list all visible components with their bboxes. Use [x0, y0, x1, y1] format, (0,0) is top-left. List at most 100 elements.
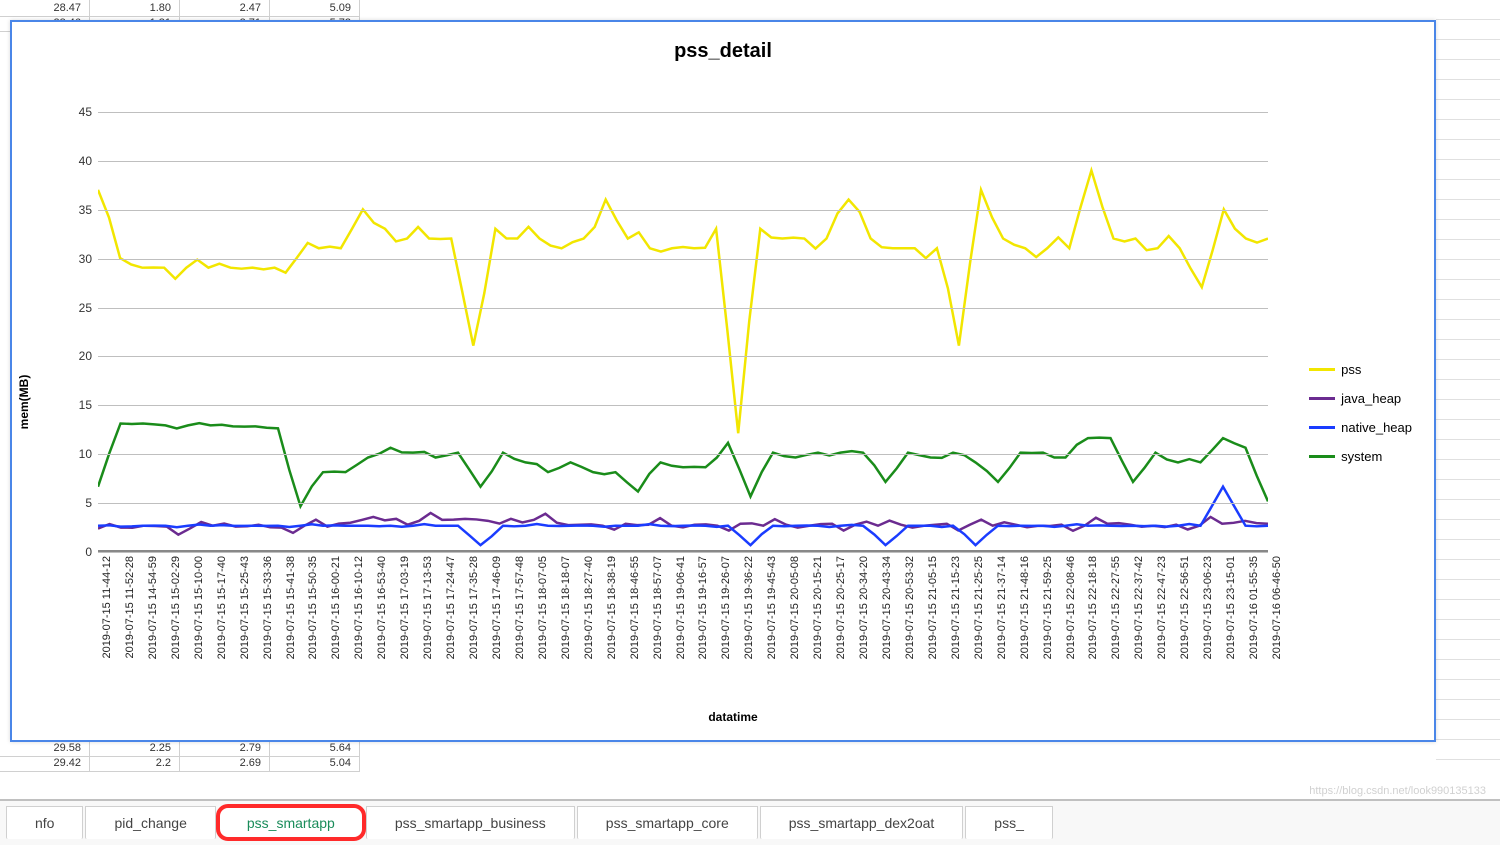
x-tick-label: 2019-07-15 16-53-40 — [376, 556, 388, 659]
x-tick-label: 2019-07-15 19-45-43 — [766, 556, 778, 659]
x-tick-label: 2019-07-15 15-50-35 — [307, 556, 319, 659]
x-tick-label: 2019-07-15 22-47-23 — [1156, 556, 1168, 659]
spreadsheet-bottom-rows: 29.582.252.795.6429.422.22.695.04 — [0, 740, 1500, 770]
legend-label: pss — [1341, 362, 1361, 377]
gridline — [98, 112, 1268, 113]
x-tick-label: 2019-07-15 14-54-59 — [147, 556, 159, 659]
x-tick-label: 2019-07-15 18-27-40 — [583, 556, 595, 659]
gridline — [98, 503, 1268, 504]
chart-container[interactable]: pss_detail mem(MB) 051015202530354045 20… — [10, 20, 1436, 742]
y-tick-label: 45 — [79, 105, 92, 119]
y-tick-label: 40 — [79, 154, 92, 168]
x-tick-label: 2019-07-15 20-05-08 — [789, 556, 801, 659]
x-tick-label: 2019-07-15 15-10-00 — [193, 556, 205, 659]
x-tick-label: 2019-07-15 17-57-48 — [514, 556, 526, 659]
x-tick-label: 2019-07-15 21-48-16 — [1019, 556, 1031, 659]
x-tick-label: 2019-07-15 21-05-15 — [927, 556, 939, 659]
x-tick-label: 2019-07-15 17-13-53 — [422, 556, 434, 659]
sheet-tab-pss_[interactable]: pss_ — [965, 806, 1053, 839]
x-tick-label: 2019-07-15 15-41-38 — [285, 556, 297, 659]
x-tick-label: 2019-07-15 20-34-20 — [858, 556, 870, 659]
x-tick-label: 2019-07-15 16-10-12 — [353, 556, 365, 659]
y-tick-label: 5 — [85, 496, 92, 510]
plot-wrap: mem(MB) 051015202530354045 2019-07-15 11… — [42, 72, 1424, 732]
x-axis-ticks: 2019-07-15 11-44-12 2019-07-15 11-52-28 20… — [98, 556, 1268, 711]
x-tick-label: 2019-07-15 15-25-43 — [239, 556, 251, 659]
sheet-tab-pss_smartapp_core[interactable]: pss_smartapp_core — [577, 806, 758, 839]
x-tick-label: 2019-07-15 18-38-19 — [606, 556, 618, 659]
plot-area: 051015202530354045 — [98, 112, 1268, 552]
x-tick-label: 2019-07-15 19-36-22 — [743, 556, 755, 659]
x-tick-label: 2019-07-15 17-03-19 — [399, 556, 411, 659]
x-tick-label: 2019-07-15 22-56-51 — [1179, 556, 1191, 659]
x-tick-label: 2019-07-15 11-44-12 — [101, 556, 113, 659]
y-tick-label: 15 — [79, 398, 92, 412]
x-tick-label: 2019-07-15 18-46-55 — [629, 556, 641, 659]
legend-label: native_heap — [1341, 420, 1412, 435]
x-tick-label: 2019-07-15 22-37-42 — [1133, 556, 1145, 659]
x-tick-label: 2019-07-16 01-55-35 — [1248, 556, 1260, 659]
x-tick-label: 2019-07-15 18-18-07 — [560, 556, 572, 659]
gridline — [98, 210, 1268, 211]
legend-swatch — [1309, 426, 1335, 429]
y-tick-label: 10 — [79, 447, 92, 461]
x-tick-label: 2019-07-15 21-37-14 — [996, 556, 1008, 659]
legend-label: java_heap — [1341, 391, 1401, 406]
sheet-tab-pid_change[interactable]: pid_change — [85, 806, 215, 839]
x-tick-label: 2019-07-15 20-43-34 — [881, 556, 893, 659]
x-tick-label: 2019-07-15 22-18-18 — [1087, 556, 1099, 659]
series-system — [98, 423, 1268, 506]
watermark: https://blog.csdn.net/look990135133 — [1309, 785, 1486, 797]
y-tick-label: 35 — [79, 203, 92, 217]
sheet-tab-pss_smartapp_dex2oat[interactable]: pss_smartapp_dex2oat — [760, 806, 964, 839]
x-tick-label: 2019-07-15 20-15-21 — [812, 556, 824, 659]
sheet-tabs: nfopid_changepss_smartapppss_smartapp_bu… — [0, 799, 1500, 845]
gridline — [98, 161, 1268, 162]
gridline — [98, 552, 1268, 553]
series-native_heap — [98, 487, 1268, 545]
x-tick-label: 2019-07-15 21-59-25 — [1042, 556, 1054, 659]
legend-item-java_heap[interactable]: java_heap — [1309, 391, 1412, 406]
spreadsheet-right-columns — [1436, 0, 1500, 775]
plot-svg — [98, 112, 1268, 550]
x-tick-label: 2019-07-15 18-07-05 — [537, 556, 549, 659]
y-tick-label: 25 — [79, 301, 92, 315]
x-tick-label: 2019-07-15 15-17-40 — [216, 556, 228, 659]
sheet-tab-nfo[interactable]: nfo — [6, 806, 83, 839]
y-axis-label: mem(MB) — [17, 375, 31, 430]
gridline — [98, 454, 1268, 455]
y-tick-label: 20 — [79, 349, 92, 363]
sheet-tab-pss_smartapp[interactable]: pss_smartapp — [218, 806, 364, 839]
spreadsheet-cell[interactable]: 5.04 — [270, 755, 360, 772]
legend-swatch — [1309, 397, 1335, 400]
legend-label: system — [1341, 449, 1382, 464]
x-tick-label: 2019-07-15 18-57-07 — [652, 556, 664, 659]
legend-item-native_heap[interactable]: native_heap — [1309, 420, 1412, 435]
x-tick-label: 2019-07-15 23-06-23 — [1202, 556, 1214, 659]
legend-swatch — [1309, 368, 1335, 371]
x-tick-label: 2019-07-15 21-25-25 — [973, 556, 985, 659]
x-tick-label: 2019-07-15 17-24-47 — [445, 556, 457, 659]
x-tick-label: 2019-07-15 19-06-41 — [675, 556, 687, 659]
gridline — [98, 405, 1268, 406]
y-tick-label: 30 — [79, 252, 92, 266]
gridline — [98, 308, 1268, 309]
x-tick-label: 2019-07-16 06-46-50 — [1271, 556, 1283, 659]
x-tick-label: 2019-07-15 20-53-32 — [904, 556, 916, 659]
x-tick-label: 2019-07-15 21-15-23 — [950, 556, 962, 659]
x-tick-label: 2019-07-15 11-52-28 — [124, 556, 136, 659]
spreadsheet-cell[interactable]: 29.42 — [0, 755, 90, 772]
legend: pss java_heap native_heapsystem — [1309, 362, 1412, 478]
gridline — [98, 259, 1268, 260]
spreadsheet-cell[interactable]: 2.2 — [90, 755, 180, 772]
y-tick-label: 0 — [85, 545, 92, 559]
x-tick-label: 2019-07-15 20-25-17 — [835, 556, 847, 659]
x-tick-label: 2019-07-15 19-16-57 — [697, 556, 709, 659]
sheet-tab-pss_smartapp_business[interactable]: pss_smartapp_business — [366, 806, 575, 839]
gridline — [98, 356, 1268, 357]
x-tick-label: 2019-07-15 19-26-07 — [720, 556, 732, 659]
legend-item-pss[interactable]: pss — [1309, 362, 1412, 377]
spreadsheet-cell[interactable]: 2.69 — [180, 755, 270, 772]
x-tick-label: 2019-07-15 22-27-55 — [1110, 556, 1122, 659]
legend-item-system[interactable]: system — [1309, 449, 1412, 464]
